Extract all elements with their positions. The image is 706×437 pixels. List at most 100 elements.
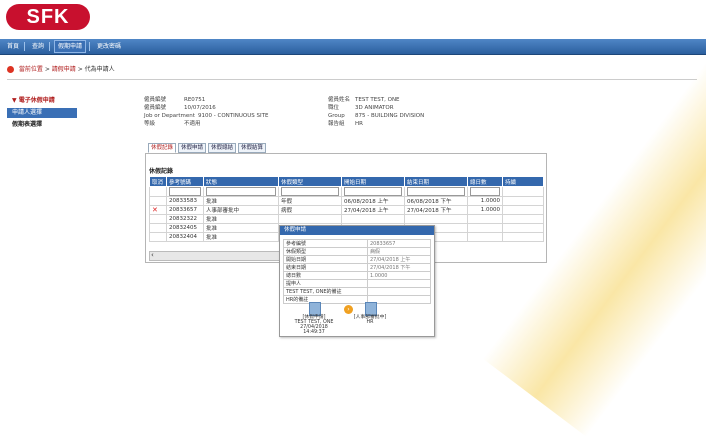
nav-separator (89, 42, 90, 51)
type-filter-dropdown[interactable] (281, 187, 339, 196)
records-title: 休假記錄 (149, 168, 174, 175)
info-label: 報告組 (328, 121, 345, 127)
popup-title: 休假申請 (280, 226, 434, 235)
leave-detail-popup: 休假申請 參考編號 20833657 休假類型 病假 開始日期 27/04/2018 … (279, 225, 435, 337)
status-cell: 批准 (203, 223, 279, 233)
end-cell: 06/08/2018 下午 (404, 196, 468, 206)
status-filter-dropdown[interactable] (206, 187, 276, 196)
start-cell (341, 214, 405, 224)
employee-info-left: 僱員編號 RE0751 僱員編號 10/07/2016 Job or Departm… (144, 96, 268, 128)
breadcrumb-separator: > (44, 66, 52, 73)
info-value: 875 - BUILDING DIVISION (355, 113, 425, 119)
cancel-cell (149, 232, 167, 242)
tab-leave-records[interactable]: 休假記錄 (148, 143, 177, 153)
home-icon (7, 66, 14, 73)
sidebar-heading[interactable]: ▼ 電子休假申請 (7, 96, 77, 106)
sidebar-item-applicant-select[interactable]: 申請人選擇 (7, 108, 77, 118)
popup-label: 參考編號 (283, 239, 368, 248)
popup-value: 27/04/2018 下午 (366, 263, 432, 272)
ref-cell: 20832322 (166, 214, 204, 224)
column-header[interactable]: 結束日期 (404, 176, 468, 187)
info-value: 9100 - CONTINUOUS SITE (198, 113, 269, 119)
filter-cell (502, 186, 544, 197)
popup-label: 結束日期 (283, 263, 368, 272)
cancel-cell (149, 196, 167, 206)
filter-input[interactable] (344, 187, 402, 196)
ref-cell: 20833583 (166, 196, 204, 206)
info-label: Job or Department (144, 113, 195, 119)
sidebar: ▼ 電子休假申請 申請人選擇 假期表選擇 (7, 96, 77, 130)
cancel-cell: ✕ (149, 205, 167, 215)
document-icon (365, 302, 377, 316)
info-label: 僱員姓名 (328, 97, 351, 103)
column-header[interactable]: 取消 (149, 176, 167, 187)
info-label: 等級 (144, 121, 156, 127)
cancel-x-icon[interactable]: ✕ (152, 206, 158, 214)
filter-input[interactable] (169, 187, 201, 196)
tab-leave-application[interactable]: 休假申請 (178, 143, 207, 153)
duration-cell (502, 214, 544, 224)
info-label: 僱員編號 (144, 97, 167, 103)
popup-value: 病假 (366, 247, 432, 256)
info-label: 僱員編號 (144, 105, 167, 111)
popup-label: 開始日期 (283, 255, 368, 264)
filter-input[interactable] (470, 187, 500, 196)
table-header-row: 取消 參考號碼 狀態 休假類型 開始日期 結束日期 總日數 持續 (149, 176, 544, 187)
sidebar-item-leave-table[interactable]: 假期表選擇 (7, 120, 77, 130)
breadcrumb-current-location[interactable]: 當前位置 (19, 66, 43, 73)
info-value: 不適用 (184, 121, 201, 127)
nav-home[interactable]: 首頁 (4, 41, 22, 52)
popup-label: 提申人 (283, 279, 368, 288)
arrow-right-icon: › (344, 305, 353, 314)
nav-query[interactable]: 查詢 (29, 41, 47, 52)
info-value: 10/07/2016 (184, 105, 216, 111)
breadcrumb: 當前位置 > 請假申請 > 代為申請人 (7, 64, 115, 74)
tab-leave-summary[interactable]: 休假總結 (208, 143, 237, 153)
days-cell: 1.0000 (467, 205, 503, 215)
popup-value: 27/04/2018 上午 (366, 255, 432, 264)
column-header[interactable]: 狀態 (203, 176, 279, 187)
table-row[interactable]: ✕ 20833657 人事部審批中 病假 27/04/2018 上午 27/04… (149, 205, 544, 215)
cancel-cell (149, 223, 167, 233)
ref-cell: 20832405 (166, 223, 204, 233)
info-label: 職位 (328, 105, 340, 111)
table-row[interactable]: 20832322 批准 (149, 214, 544, 224)
nav-separator (24, 42, 25, 51)
popup-value: 1.0000 (366, 271, 432, 280)
status-cell: 批准 (203, 196, 279, 206)
duration-cell (502, 205, 544, 215)
filter-cell (341, 186, 405, 197)
filter-cell (467, 186, 503, 197)
filter-input[interactable] (407, 187, 465, 196)
flow-step-submitted: [休假申請] TEST TEST, ONE 27/04/2018 14:49:3… (291, 315, 337, 335)
column-header[interactable]: 總日數 (467, 176, 503, 187)
table-row[interactable]: 20833583 批准 年假 06/08/2018 上午 06/08/2018 … (149, 196, 544, 206)
company-logo: SFK (6, 4, 90, 30)
column-header[interactable]: 休假類型 (278, 176, 342, 187)
end-cell (404, 214, 468, 224)
type-cell (278, 214, 342, 224)
duration-cell (502, 232, 544, 242)
info-label: Group (328, 113, 345, 119)
breadcrumb-leave-application[interactable]: 請假申請 (52, 66, 76, 73)
nav-change-password[interactable]: 更改密碼 (94, 41, 124, 52)
scroll-left-icon[interactable]: ‹ (151, 251, 154, 259)
popup-value (366, 287, 432, 296)
top-navbar: 首頁 查詢 假期申請 更改密碼 (0, 39, 706, 55)
approval-flow: [休假申請] TEST TEST, ONE 27/04/2018 14:49:3… (290, 302, 430, 335)
start-cell: 06/08/2018 上午 (341, 196, 405, 206)
tab-leave-settlement[interactable]: 休假結算 (238, 143, 267, 153)
column-header[interactable]: 開始日期 (341, 176, 405, 187)
status-cell: 批准 (203, 232, 279, 242)
flow-text: 27/04/2018 14:49:37 (300, 325, 328, 335)
type-cell: 病假 (278, 205, 342, 215)
nav-leave-application[interactable]: 假期申請 (54, 40, 87, 53)
column-header[interactable]: 持續 (502, 176, 544, 187)
info-value: TEST TEST, ONE (355, 97, 400, 103)
horizontal-scrollbar[interactable]: ‹ (149, 251, 283, 261)
column-header[interactable]: 參考號碼 (166, 176, 204, 187)
ref-cell: 20832404 (166, 232, 204, 242)
filter-row (149, 186, 544, 197)
flow-text: HR (366, 320, 374, 325)
duration-cell (502, 223, 544, 233)
